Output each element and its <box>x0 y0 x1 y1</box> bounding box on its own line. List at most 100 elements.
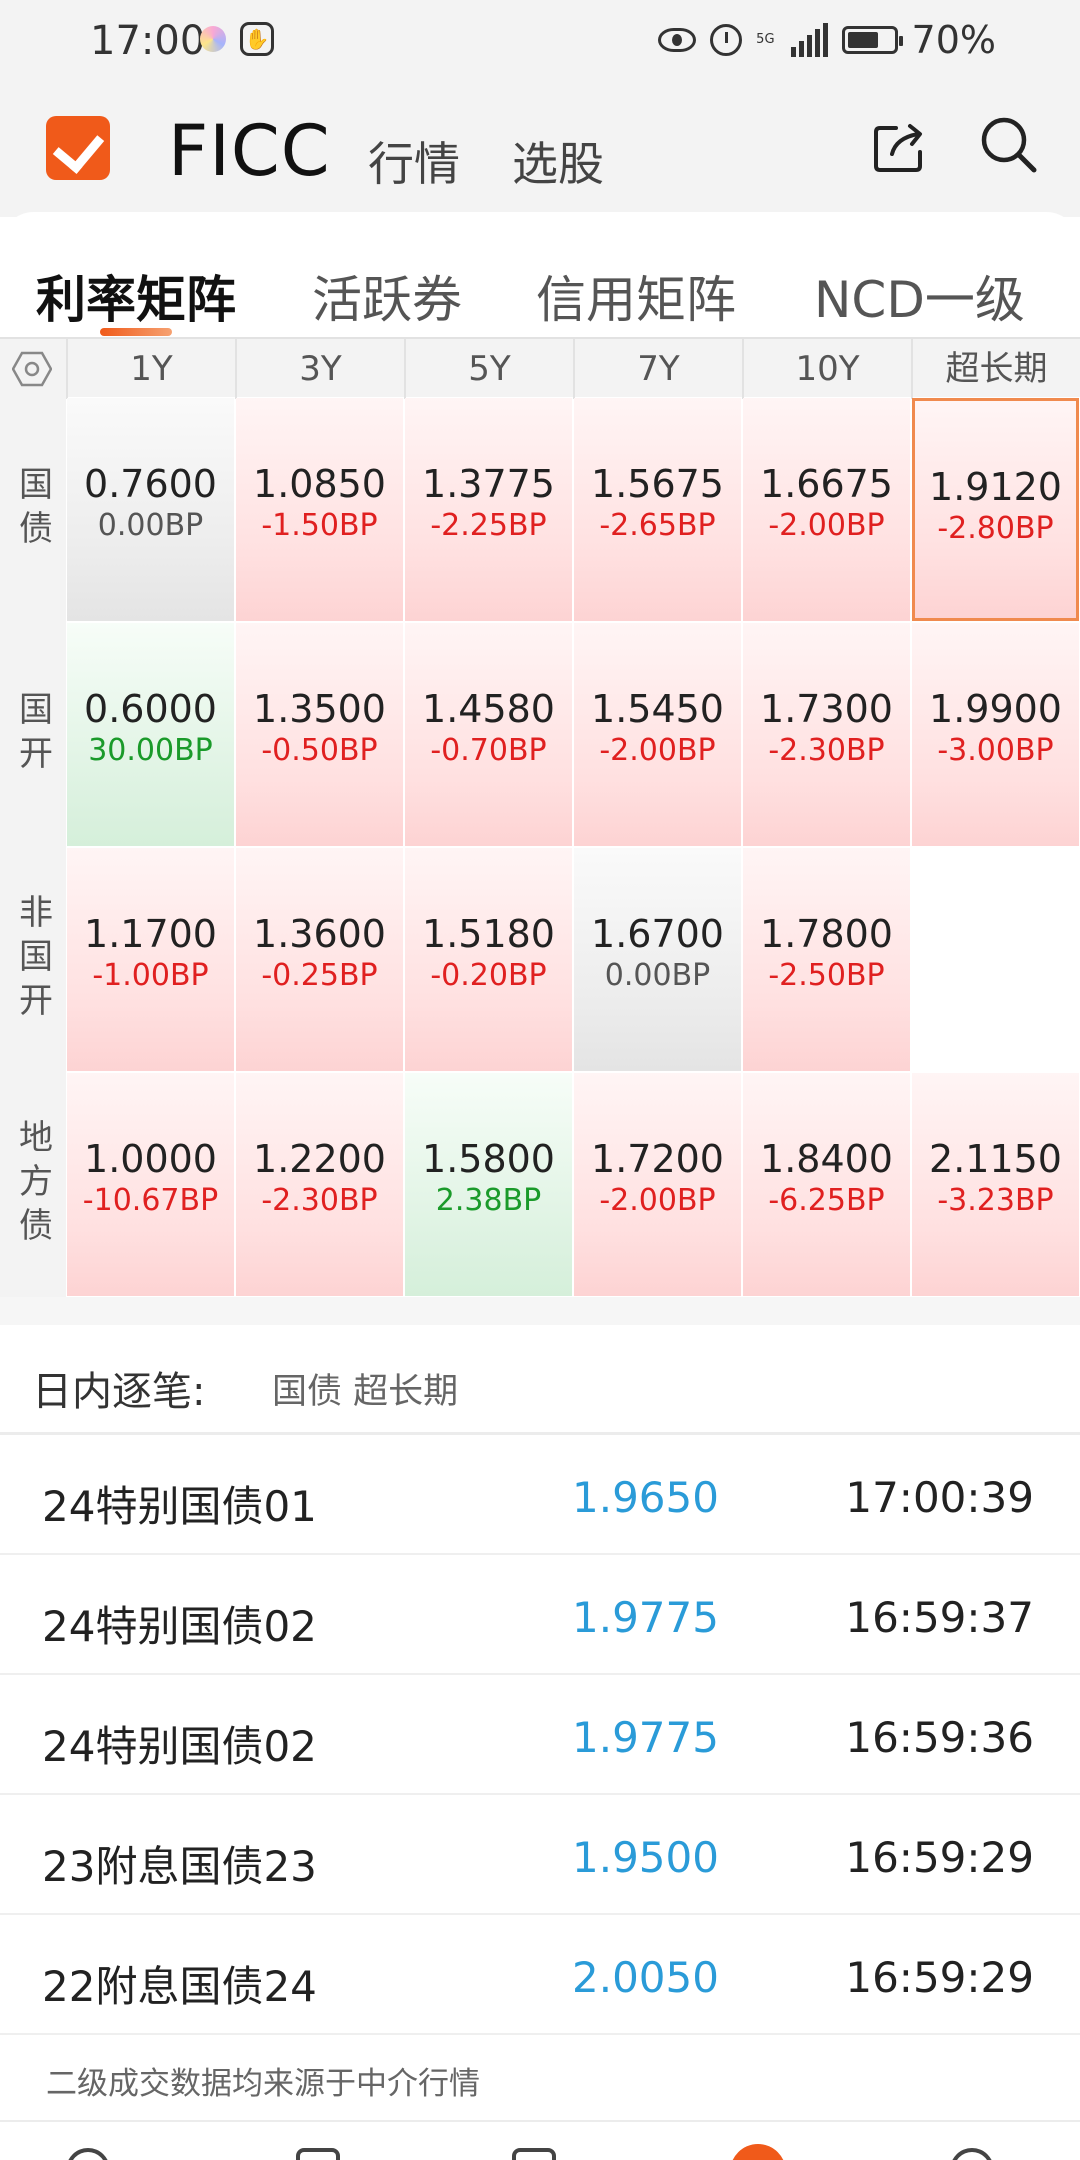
trade-row[interactable]: 24特别国债02 1.9775 16:59:36 <box>0 1675 1080 1795</box>
trade-bond-name: 24特别国债02 <box>42 1602 317 1651</box>
column-header[interactable]: 7Y <box>573 339 742 399</box>
matrix-cell[interactable]: 1.8400 -6.25BP <box>743 1073 910 1296</box>
column-header[interactable]: 5Y <box>404 339 573 399</box>
matrix-cell[interactable]: 1.6675 -2.00BP <box>743 398 910 621</box>
matrix-cell[interactable]: 1.7800 -2.50BP <box>743 848 910 1071</box>
column-header[interactable]: 超长期 <box>911 339 1080 399</box>
row-label: 非国开 <box>0 847 66 1072</box>
cell-change: -2.30BP <box>768 733 885 768</box>
matrix-cell <box>912 848 1079 1071</box>
tab-active-bonds[interactable]: 活跃券 <box>312 260 462 332</box>
column-header[interactable]: 10Y <box>742 339 911 399</box>
alarm-icon <box>710 24 743 56</box>
nav-stock-pick[interactable]: 选股 <box>512 128 604 194</box>
matrix-cell[interactable]: 1.0000 -10.67BP <box>67 1073 234 1296</box>
matrix-cell[interactable]: 1.5800 2.38BP <box>405 1073 572 1296</box>
matrix-cell[interactable]: 1.2200 -2.30BP <box>236 1073 403 1296</box>
cell-change: -2.00BP <box>599 1183 716 1218</box>
matrix-cell[interactable]: 1.3500 -0.50BP <box>236 623 403 846</box>
cell-yield: 1.6675 <box>760 462 893 506</box>
matrix-cell[interactable]: 1.6700 0.00BP <box>574 848 741 1071</box>
market-icon[interactable] <box>296 2148 340 2160</box>
tab-rate-matrix[interactable]: 利率矩阵 <box>36 260 236 332</box>
trade-yield: 1.9775 <box>572 1713 719 1762</box>
nav-quote[interactable]: 行情 <box>368 128 460 194</box>
matrix-cell[interactable]: 1.9120 -2.80BP <box>912 398 1079 621</box>
home-icon[interactable] <box>66 2148 110 2160</box>
cell-yield: 1.8400 <box>760 1137 893 1181</box>
matrix-cell[interactable]: 1.3600 -0.25BP <box>236 848 403 1071</box>
matrix-cell[interactable]: 1.3775 -2.25BP <box>405 398 572 621</box>
trade-bond-name: 23附息国债23 <box>42 1842 317 1891</box>
column-header[interactable]: 3Y <box>235 339 404 399</box>
intraday-header: 日内逐笔: 国债 超长期 <box>0 1325 1080 1435</box>
matrix-header: 1Y 3Y 5Y 7Y 10Y 超长期 <box>0 337 1080 399</box>
row-label-text: 国开 <box>12 690 53 779</box>
watchlist-icon[interactable] <box>512 2148 556 2160</box>
app-header: FICC 行情 选股 <box>0 82 1080 217</box>
status-bar: 17:00 ✋ 5G 70% <box>0 0 1080 82</box>
share-icon[interactable] <box>872 118 928 174</box>
section-divider <box>0 1297 1080 1325</box>
matrix-cell[interactable]: 0.6000 30.00BP <box>67 623 234 846</box>
cell-yield: 1.2200 <box>253 1137 386 1181</box>
cell-yield: 1.3600 <box>253 912 386 956</box>
trade-bond-name: 22附息国债24 <box>42 1962 317 2011</box>
trade-bond-name: 24特别国债02 <box>42 1722 317 1771</box>
row-label: 国开 <box>0 622 66 847</box>
trade-row[interactable]: 24特别国债01 1.9650 17:00:39 <box>0 1435 1080 1555</box>
profile-icon[interactable] <box>950 2148 994 2160</box>
intraday-filter[interactable]: 国债 超长期 <box>272 1363 458 1414</box>
search-icon[interactable] <box>978 114 1040 176</box>
cell-yield: 1.6700 <box>591 912 724 956</box>
rate-matrix: 1Y 3Y 5Y 7Y 10Y 超长期 国债 0.7600 0.00BP 1.0850 -1.50… <box>0 337 1080 1297</box>
trade-time: 17:00:39 <box>845 1473 1034 1522</box>
matrix-cell[interactable]: 1.5180 -0.20BP <box>405 848 572 1071</box>
tab-ncd-primary[interactable]: NCD一级 <box>814 260 1025 332</box>
matrix-cell[interactable]: 1.7300 -2.30BP <box>743 623 910 846</box>
column-header[interactable]: 1Y <box>66 339 235 399</box>
matrix-cell[interactable]: 1.5450 -2.00BP <box>574 623 741 846</box>
cell-change: -2.65BP <box>599 508 716 543</box>
ficc-nav-icon[interactable] <box>730 2144 786 2160</box>
cell-change: -10.67BP <box>82 1183 219 1218</box>
cell-yield: 1.4580 <box>422 687 555 731</box>
row-label-text: 非国开 <box>12 893 53 1026</box>
trade-bond-name: 24特别国债01 <box>42 1482 317 1531</box>
cell-yield: 1.7800 <box>760 912 893 956</box>
matrix-cell[interactable]: 0.7600 0.00BP <box>67 398 234 621</box>
tab-bar: 利率矩阵 活跃券 信用矩阵 NCD一级 <box>0 212 1080 337</box>
matrix-cell[interactable]: 1.1700 -1.00BP <box>67 848 234 1071</box>
tab-credit-matrix[interactable]: 信用矩阵 <box>536 260 736 332</box>
trade-row[interactable]: 23附息国债23 1.9500 16:59:29 <box>0 1795 1080 1915</box>
active-tab-indicator <box>100 328 172 336</box>
cell-yield: 1.5450 <box>591 687 724 731</box>
cell-change: -2.80BP <box>937 511 1054 546</box>
status-indicators: 5G 70% <box>658 18 996 62</box>
matrix-cell[interactable]: 2.1150 -3.23BP <box>912 1073 1079 1296</box>
trade-time: 16:59:37 <box>845 1593 1034 1642</box>
data-source-note: 二级成交数据均来源于中介行情 <box>46 2066 480 2102</box>
cell-change: -3.00BP <box>937 733 1054 768</box>
trade-row[interactable]: 22附息国债24 2.0050 16:59:29 <box>0 1915 1080 2035</box>
matrix-cell[interactable]: 1.9900 -3.00BP <box>912 623 1079 846</box>
cell-yield: 0.7600 <box>84 462 217 506</box>
cell-change: -2.00BP <box>768 508 885 543</box>
battery-percent: 70% <box>911 18 996 62</box>
cell-yield: 1.0850 <box>253 462 386 506</box>
cell-yield: 1.3500 <box>253 687 386 731</box>
cell-yield: 1.3775 <box>422 462 555 506</box>
app-title: FICC <box>168 110 331 192</box>
matrix-cell[interactable]: 1.5675 -2.65BP <box>574 398 741 621</box>
intraday-title: 日内逐笔: <box>32 1369 206 1415</box>
row-label-text: 国债 <box>12 465 53 554</box>
app-notification-icon <box>200 26 226 52</box>
trade-row[interactable]: 24特别国债02 1.9775 16:59:37 <box>0 1555 1080 1675</box>
checkbox-logo-icon[interactable] <box>46 116 110 180</box>
matrix-cell[interactable]: 1.7200 -2.00BP <box>574 1073 741 1296</box>
row-label-text: 地方债 <box>12 1118 53 1251</box>
cell-change: -3.23BP <box>937 1183 1054 1218</box>
hexagon-settings-icon[interactable] <box>12 351 52 387</box>
matrix-cell[interactable]: 1.0850 -1.50BP <box>236 398 403 621</box>
matrix-cell[interactable]: 1.4580 -0.70BP <box>405 623 572 846</box>
